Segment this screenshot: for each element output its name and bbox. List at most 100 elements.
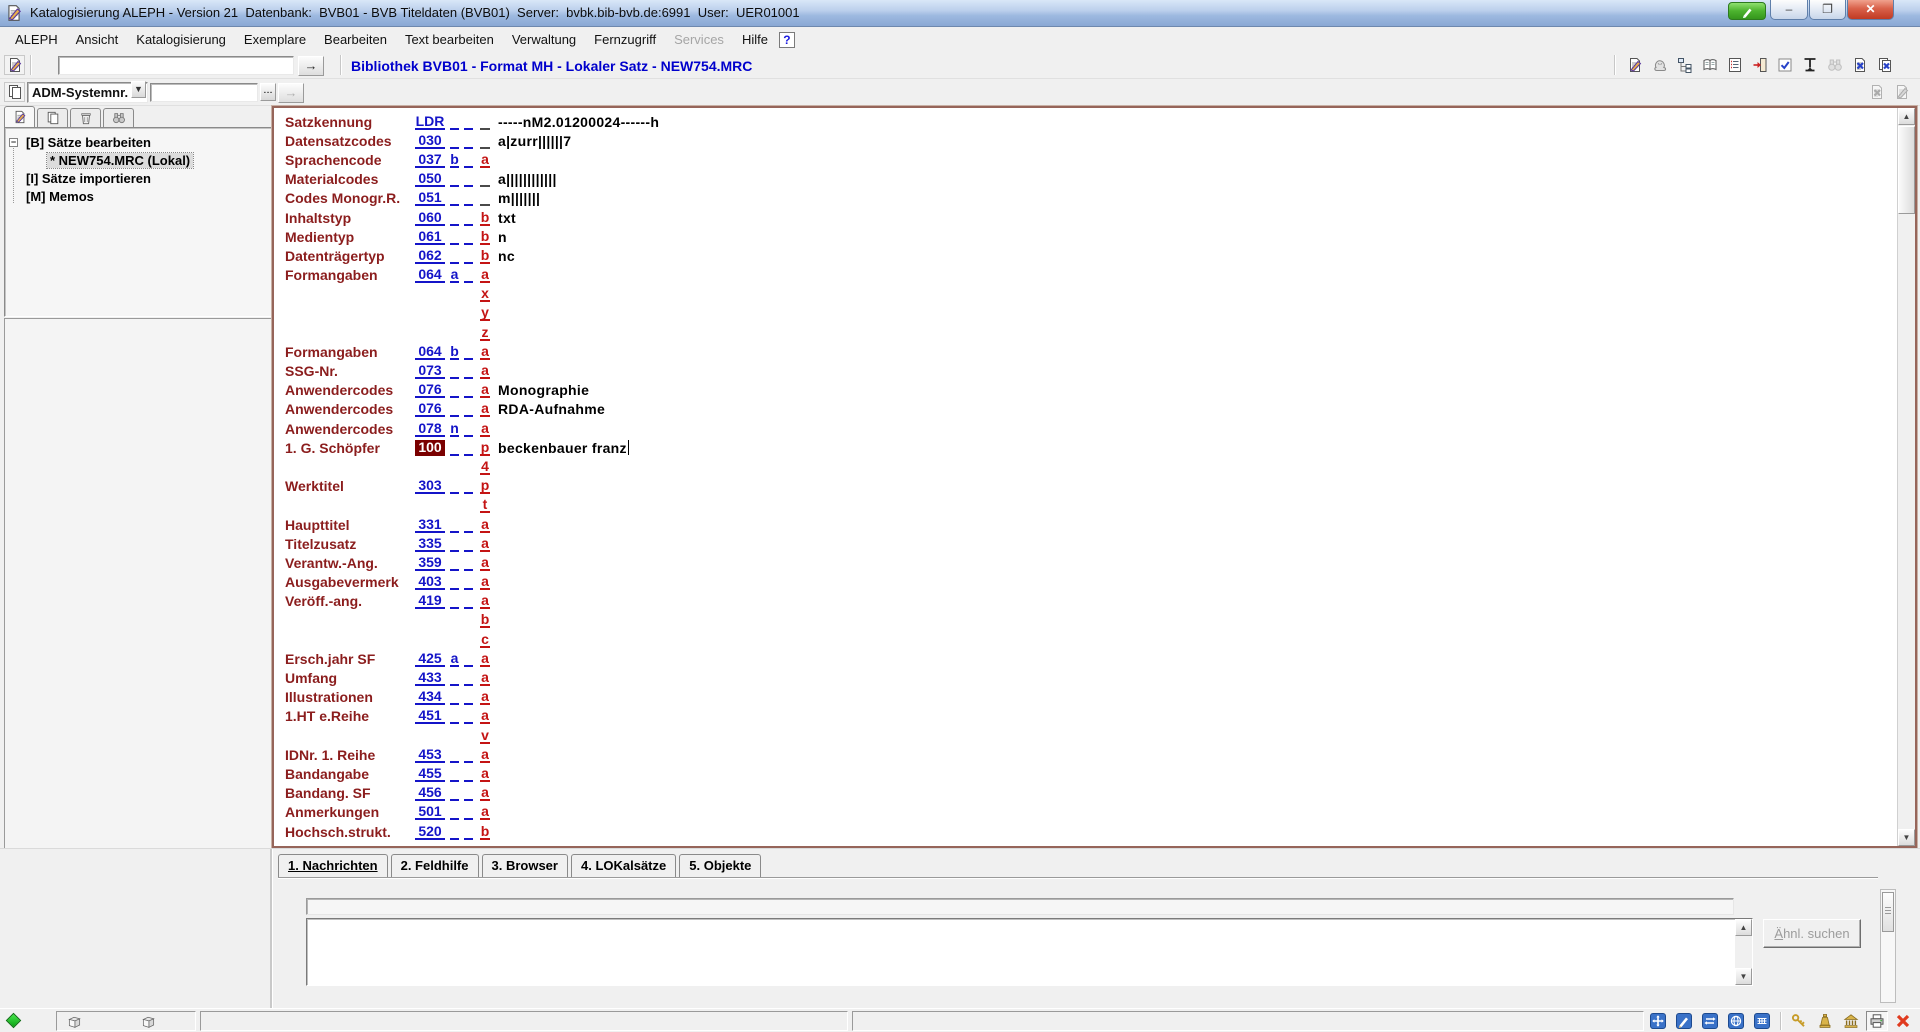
subfield-code[interactable] [480, 171, 490, 187]
maximize-button[interactable]: ❐ [1809, 0, 1846, 20]
field-value[interactable]: Monographie [498, 382, 589, 398]
field-indicator[interactable] [450, 804, 459, 820]
field-tag[interactable]: 030 [415, 133, 445, 149]
go-button[interactable]: → [298, 56, 324, 76]
field-indicator[interactable] [450, 401, 459, 417]
scroll-down-icon[interactable]: ▼ [1898, 829, 1915, 846]
field-indicator[interactable] [464, 152, 473, 168]
field-indicator[interactable] [450, 785, 459, 801]
field-indicator[interactable] [450, 574, 459, 590]
field-indicator[interactable] [464, 248, 473, 264]
subfield-code[interactable] [480, 133, 490, 149]
subfield-code[interactable]: a [480, 708, 490, 724]
field-value[interactable]: n [498, 229, 507, 245]
select-record-icon[interactable] [1774, 55, 1795, 75]
menu-katalogisierung[interactable]: Katalogisierung [127, 29, 235, 50]
field-indicator[interactable] [464, 401, 473, 417]
field-indicator[interactable] [450, 363, 459, 379]
field-value[interactable]: -----nM2.01200024------h [498, 114, 659, 130]
subfield-code[interactable]: a [480, 766, 490, 782]
search-similar-button[interactable]: Ähnl. suchen [1763, 919, 1861, 948]
field-indicator[interactable] [450, 670, 459, 686]
scrollbar-thumb[interactable] [1898, 126, 1915, 214]
field-indicator[interactable] [450, 382, 459, 398]
menu-text-bearbeiten[interactable]: Text bearbeiten [396, 29, 503, 50]
field-tag[interactable]: 403 [415, 574, 445, 590]
subfield-code[interactable]: z [480, 325, 490, 341]
field-tag[interactable]: 076 [415, 382, 445, 398]
close-session-icon[interactable] [1892, 1011, 1914, 1031]
subfield-code[interactable]: c [480, 632, 490, 648]
copy-record-icon[interactable] [4, 82, 25, 102]
tab-5-objekte[interactable]: 5. Objekte [679, 854, 761, 877]
close-record-icon[interactable] [1866, 82, 1887, 102]
field-indicator[interactable] [464, 133, 473, 149]
field-indicator[interactable] [464, 190, 473, 206]
field-indicator[interactable]: n [450, 421, 459, 437]
tab-2-feldhilfe[interactable]: 2. Feldhilfe [391, 854, 479, 877]
field-indicator[interactable] [464, 478, 473, 494]
subfield-code[interactable]: 4 [480, 459, 490, 475]
menu-verwaltung[interactable]: Verwaltung [503, 29, 585, 50]
search-icon[interactable] [1824, 55, 1845, 75]
close-button[interactable]: ✕ [1847, 0, 1894, 20]
field-indicator[interactable] [450, 536, 459, 552]
field-indicator[interactable] [464, 517, 473, 533]
field-indicator[interactable] [464, 210, 473, 226]
tab-3-browser[interactable]: 3. Browser [482, 854, 568, 877]
field-tag[interactable]: 501 [415, 804, 445, 820]
field-indicator[interactable] [464, 708, 473, 724]
more-button[interactable]: ... [260, 83, 276, 101]
menu-fernzugriff[interactable]: Fernzugriff [585, 29, 665, 50]
keyboard-icon[interactable] [1751, 1011, 1773, 1031]
field-tag[interactable]: 051 [415, 190, 445, 206]
subfield-code[interactable]: a [480, 785, 490, 801]
record-jump-input[interactable] [58, 56, 294, 75]
tab-1-nachrichten[interactable]: 1. Nachrichten [278, 854, 388, 877]
subfield-code[interactable]: a [480, 689, 490, 705]
subfield-code[interactable]: t [480, 497, 490, 513]
switch-icon[interactable] [1699, 1011, 1721, 1031]
field-indicator[interactable] [450, 708, 459, 724]
subfield-code[interactable]: v [480, 728, 490, 744]
field-tag[interactable]: 520 [415, 824, 445, 840]
field-tag[interactable]: 078 [415, 421, 445, 437]
field-value[interactable]: beckenbauer franz [498, 440, 627, 456]
field-indicator[interactable] [464, 421, 473, 437]
scroll-down-icon[interactable]: ▼ [1735, 968, 1752, 985]
tab-templates[interactable] [70, 108, 101, 127]
field-value[interactable]: a|zurr||||||7 [498, 133, 571, 149]
field-indicator[interactable] [464, 747, 473, 763]
tab-4-lokalsätze[interactable]: 4. LOKalsätze [571, 854, 676, 877]
browse-records-icon[interactable] [1699, 55, 1720, 75]
menu-bearbeiten[interactable]: Bearbeiten [315, 29, 396, 50]
subfield-code[interactable]: a [480, 363, 490, 379]
field-tag[interactable]: 064 [415, 344, 445, 360]
field-indicator[interactable] [450, 440, 459, 456]
field-indicator[interactable]: b [450, 344, 459, 360]
tree-item[interactable]: * NEW754.MRC (Lokal) [5, 152, 273, 170]
field-indicator[interactable] [450, 747, 459, 763]
subfield-code[interactable]: a [480, 670, 490, 686]
field-tag[interactable]: 073 [415, 363, 445, 379]
subfield-code[interactable]: b [480, 229, 490, 245]
field-indicator[interactable] [464, 114, 473, 130]
field-tag[interactable]: 037 [415, 152, 445, 168]
field-indicator[interactable] [464, 670, 473, 686]
subfield-code[interactable]: a [480, 536, 490, 552]
tree-item[interactable]: −[B] Sätze bearbeiten [5, 134, 273, 152]
field-indicator[interactable] [450, 766, 459, 782]
subfield-code[interactable]: a [480, 421, 490, 437]
subfield-code[interactable] [480, 190, 490, 206]
field-indicator[interactable] [464, 804, 473, 820]
library-icon[interactable] [1840, 1011, 1862, 1031]
field-indicator[interactable] [464, 382, 473, 398]
subfield-code[interactable]: a [480, 344, 490, 360]
subfield-code[interactable]: a [480, 747, 490, 763]
marc-edit-icon[interactable] [1673, 1011, 1695, 1031]
subfield-code[interactable] [480, 114, 490, 130]
subfield-code[interactable]: a [480, 574, 490, 590]
field-indicator[interactable] [464, 593, 473, 609]
resize-handle[interactable] [1882, 892, 1894, 932]
subfield-code[interactable]: b [480, 824, 490, 840]
